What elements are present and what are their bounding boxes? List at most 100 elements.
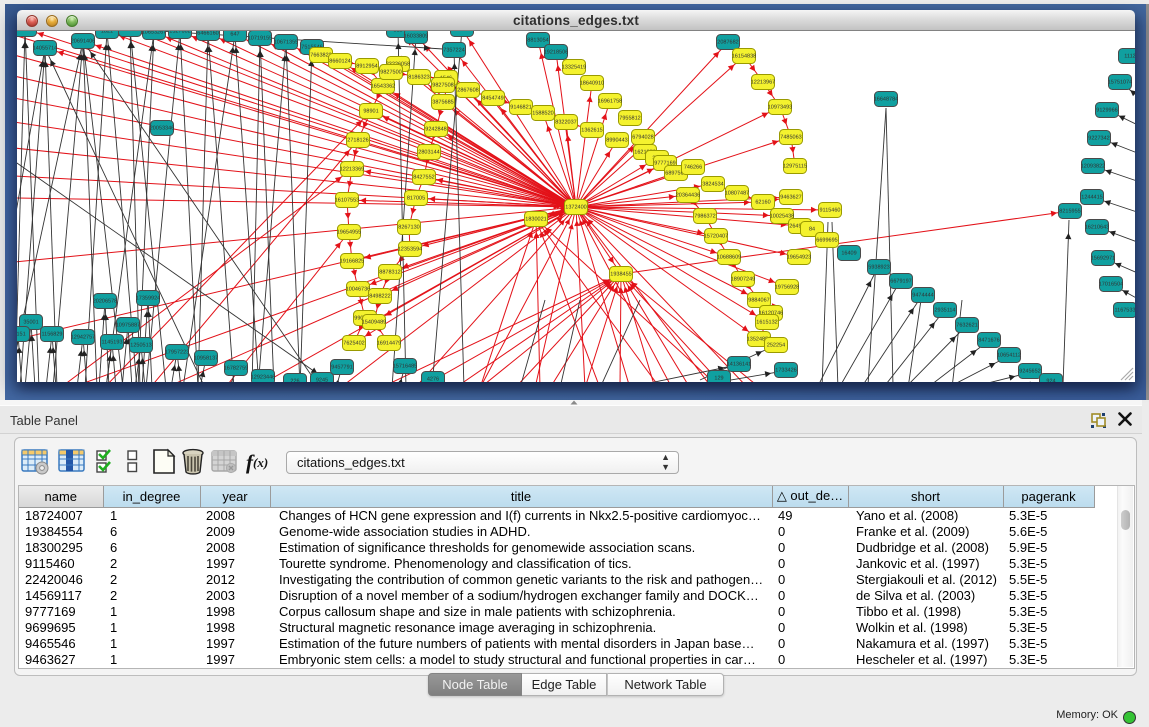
svg-text:7485063: 7485063 bbox=[780, 135, 801, 141]
svg-text:19166825: 19166825 bbox=[340, 259, 364, 265]
svg-text:9146821: 9146821 bbox=[510, 105, 531, 111]
svg-text:746266: 746266 bbox=[684, 165, 702, 171]
svg-text:7632621: 7632621 bbox=[956, 323, 977, 329]
svg-text:16914479: 16914479 bbox=[377, 341, 401, 347]
svg-text:252254: 252254 bbox=[767, 343, 785, 349]
svg-text:7357224: 7357224 bbox=[443, 48, 464, 54]
svg-text:12975115: 12975115 bbox=[783, 164, 807, 170]
svg-text:9827500: 9827500 bbox=[380, 70, 401, 76]
svg-text:20364436: 20364436 bbox=[676, 193, 700, 199]
svg-text:17016504: 17016504 bbox=[1099, 282, 1123, 288]
svg-text:1372400: 1372400 bbox=[565, 205, 586, 211]
svg-text:15409489: 15409489 bbox=[362, 320, 386, 326]
svg-text:(x): (x) bbox=[253, 455, 268, 470]
svg-text:10654112: 10654112 bbox=[997, 353, 1021, 359]
svg-text:14055714: 14055714 bbox=[33, 46, 57, 52]
svg-text:6466160: 6466160 bbox=[197, 31, 218, 37]
svg-text:1821: 1821 bbox=[101, 31, 113, 35]
svg-text:20206578: 20206578 bbox=[93, 299, 117, 305]
svg-text:1615132: 1615132 bbox=[756, 320, 777, 326]
svg-text:1156829: 1156829 bbox=[41, 332, 62, 338]
svg-text:20053346: 20053346 bbox=[150, 126, 174, 132]
svg-text:15716485: 15716485 bbox=[393, 364, 417, 370]
svg-text:19371: 19371 bbox=[122, 31, 137, 33]
svg-text:8454749: 8454749 bbox=[482, 96, 503, 102]
svg-text:6699695: 6699695 bbox=[816, 238, 837, 244]
svg-text:12353594: 12353594 bbox=[398, 247, 422, 253]
svg-text:18640910: 18640910 bbox=[580, 81, 604, 87]
svg-text:9245652: 9245652 bbox=[1019, 369, 1040, 375]
svg-text:16210643: 16210643 bbox=[1085, 225, 1109, 231]
svg-text:7986372: 7986372 bbox=[694, 214, 715, 220]
svg-text:9457791: 9457791 bbox=[331, 365, 352, 371]
svg-text:10653267: 10653267 bbox=[142, 31, 166, 36]
svg-text:1167533: 1167533 bbox=[1114, 308, 1135, 314]
svg-text:2718126: 2718126 bbox=[347, 138, 368, 144]
svg-text:10958137: 10958137 bbox=[194, 356, 218, 362]
svg-text:1830021: 1830021 bbox=[525, 217, 546, 223]
svg-text:9463627: 9463627 bbox=[780, 195, 801, 201]
svg-text:20691406: 20691406 bbox=[71, 39, 95, 45]
svg-text:1112: 1112 bbox=[1124, 54, 1135, 60]
svg-text:9474444: 9474444 bbox=[912, 293, 933, 299]
svg-text:15692971: 15692971 bbox=[1091, 256, 1115, 262]
svg-text:35001: 35001 bbox=[23, 320, 38, 326]
svg-text:98901: 98901 bbox=[363, 109, 378, 115]
svg-text:19218506: 19218506 bbox=[544, 50, 568, 56]
svg-text:1938455: 1938455 bbox=[610, 272, 631, 278]
svg-text:14136141: 14136141 bbox=[727, 362, 751, 368]
svg-text:1250513: 1250513 bbox=[130, 343, 151, 349]
svg-text:17359924: 17359924 bbox=[136, 296, 160, 302]
svg-text:12923446: 12923446 bbox=[251, 375, 275, 381]
svg-text:318: 318 bbox=[393, 31, 402, 34]
svg-text:19756928: 19756928 bbox=[775, 285, 799, 291]
svg-text:84: 84 bbox=[809, 227, 815, 233]
svg-text:2087682: 2087682 bbox=[717, 40, 738, 46]
svg-text:12093822: 12093822 bbox=[1081, 164, 1105, 170]
svg-text:1588520: 1588520 bbox=[532, 111, 553, 117]
svg-text:1733426: 1733426 bbox=[775, 368, 796, 374]
svg-text:9245: 9245 bbox=[316, 378, 328, 383]
svg-text:2867608: 2867608 bbox=[457, 88, 478, 94]
svg-text:8267130: 8267130 bbox=[398, 225, 419, 231]
svg-text:7955812: 7955812 bbox=[619, 116, 640, 122]
svg-text:129: 129 bbox=[714, 376, 723, 382]
svg-text:16033809: 16033809 bbox=[404, 34, 428, 40]
svg-text:10688609: 10688609 bbox=[717, 255, 741, 261]
svg-text:3875685: 3875685 bbox=[432, 100, 453, 106]
svg-text:10671355: 10671355 bbox=[274, 40, 298, 46]
svg-text:15720407: 15720407 bbox=[704, 234, 728, 240]
svg-text:17957223: 17957223 bbox=[165, 350, 189, 356]
svg-text:19654955: 19654955 bbox=[337, 230, 361, 236]
svg-text:2935114: 2935114 bbox=[934, 308, 955, 314]
svg-text:16782759: 16782759 bbox=[224, 366, 248, 372]
svg-text:8878312: 8878312 bbox=[379, 270, 400, 276]
svg-text:8186323: 8186323 bbox=[408, 75, 429, 81]
svg-text:9242848: 9242848 bbox=[425, 127, 446, 133]
svg-text:16409: 16409 bbox=[841, 251, 856, 257]
svg-text:16543362: 16543362 bbox=[371, 84, 395, 90]
svg-text:8660124: 8660124 bbox=[329, 59, 350, 65]
svg-text:15751074: 15751074 bbox=[1108, 80, 1132, 86]
svg-text:5938923: 5938923 bbox=[868, 265, 889, 271]
svg-text:16154838: 16154838 bbox=[732, 54, 756, 60]
svg-text:16961758: 16961758 bbox=[598, 99, 622, 105]
svg-text:8215955: 8215955 bbox=[1059, 209, 1080, 215]
svg-text:647: 647 bbox=[230, 32, 239, 38]
svg-text:924: 924 bbox=[1046, 379, 1055, 383]
svg-text:6794028: 6794028 bbox=[632, 135, 653, 141]
svg-text:8322037: 8322037 bbox=[555, 120, 576, 126]
svg-text:10719155: 10719155 bbox=[248, 36, 272, 42]
svg-text:9129966: 9129966 bbox=[1096, 108, 1117, 114]
svg-text:9227342: 9227342 bbox=[1088, 136, 1109, 142]
svg-text:1527602: 1527602 bbox=[169, 31, 190, 35]
svg-text:10975887: 10975887 bbox=[116, 323, 140, 329]
svg-text:1145193: 1145193 bbox=[101, 340, 122, 346]
svg-text:3824534: 3824534 bbox=[702, 182, 723, 188]
svg-text:817005: 817005 bbox=[407, 196, 425, 202]
svg-text:12942757: 12942757 bbox=[71, 335, 95, 341]
svg-text:10807487: 10807487 bbox=[725, 191, 749, 197]
svg-text:1362615: 1362615 bbox=[581, 128, 602, 134]
svg-text:12213967: 12213967 bbox=[751, 80, 775, 86]
svg-text:7625402: 7625402 bbox=[343, 341, 364, 347]
